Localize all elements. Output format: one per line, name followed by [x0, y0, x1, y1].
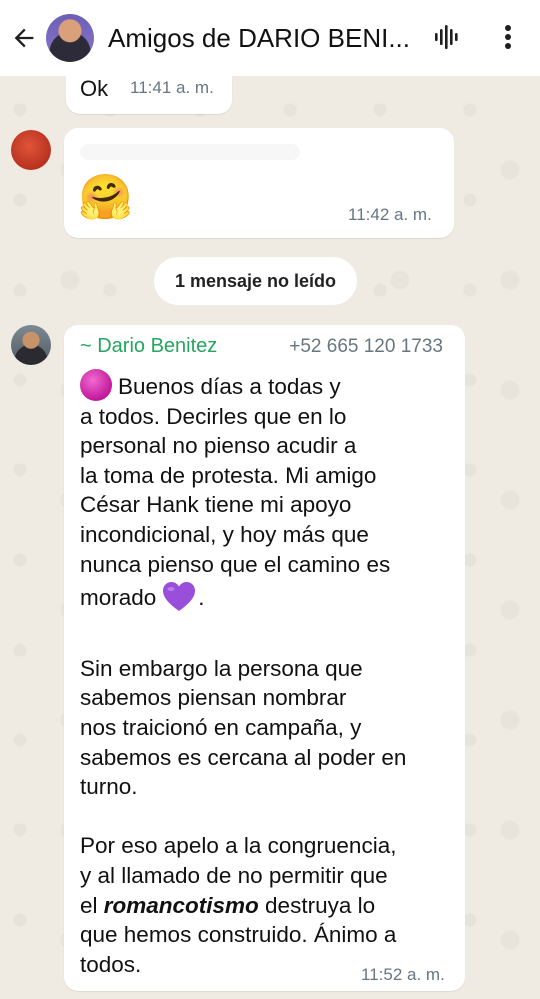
- message-body: Buenos días a todas y a todos. Decirles …: [80, 369, 460, 979]
- text-line: incondicional, y hoy más que: [80, 521, 369, 547]
- sender-phone: +52 665 120 1733: [289, 336, 443, 357]
- text-line: sabemos piensan nombrar: [80, 685, 347, 711]
- chat-header: Amigos de DARIO BENI...: [0, 0, 540, 76]
- text-line: nos traicionó en campaña, y: [80, 714, 362, 740]
- unread-messages-divider: 1 mensaje no leído: [154, 257, 357, 305]
- text-line: el romancotismo destruya lo: [80, 892, 376, 918]
- purple-heart-emoji: [162, 581, 196, 624]
- chat-title[interactable]: Amigos de DARIO BENI...: [108, 23, 410, 54]
- voice-call-icon: [435, 25, 458, 49]
- text-line: personal no pienso acudir a: [80, 433, 357, 459]
- text-line: Sin embargo la persona que: [80, 655, 363, 681]
- message-bubble-main[interactable]: ~ Dario Benitez +52 665 120 1733 Buenos …: [64, 325, 465, 991]
- message-time: 11:42 a. m.: [348, 205, 432, 224]
- text-line: que hemos construido. Ánimo a: [80, 922, 397, 948]
- hugging-face-emoji: 🤗: [78, 173, 133, 222]
- sender-avatar[interactable]: [11, 130, 51, 170]
- text-line: y al llamado de no permitir que: [80, 862, 388, 888]
- text-line: César Hank tiene mi apoyo: [80, 492, 352, 518]
- text-line: la toma de protesta. Mi amigo: [80, 462, 377, 488]
- back-button[interactable]: [2, 0, 46, 76]
- sender-name[interactable]: ~ Dario Benitez: [80, 335, 217, 358]
- back-arrow-icon: [14, 28, 34, 48]
- message-list[interactable]: Ok 11:41 a. m. 🤗 11:42 a. m. 1 mensaje n…: [0, 62, 540, 999]
- message-time: 11:41 a. m.: [130, 78, 214, 97]
- bold-italic-word: romancotismo: [103, 892, 259, 918]
- text-line: sabemos es cercana al poder en: [80, 744, 407, 770]
- group-avatar[interactable]: [46, 14, 94, 62]
- more-options-button[interactable]: [494, 22, 522, 57]
- purple-circle-emoji: [80, 369, 112, 401]
- text-line: morado.: [80, 580, 460, 624]
- text-line: Por eso apelo a la congruencia,: [80, 833, 397, 859]
- message-time: 11:52 a. m.: [361, 965, 445, 984]
- message-text: Ok: [80, 76, 109, 101]
- text-line: Buenos días a todas y: [80, 369, 460, 402]
- text-line: turno.: [80, 774, 138, 800]
- text-line: nunca pienso que el camino es: [80, 551, 391, 577]
- voice-call-button[interactable]: [432, 22, 462, 57]
- sender-avatar-dario[interactable]: [11, 325, 51, 365]
- more-options-icon: [505, 25, 511, 49]
- text-line: a todos. Decirles que en lo: [80, 403, 347, 429]
- blurred-sender-line: [80, 144, 300, 160]
- message-bubble-emoji[interactable]: 🤗 11:42 a. m.: [64, 128, 454, 238]
